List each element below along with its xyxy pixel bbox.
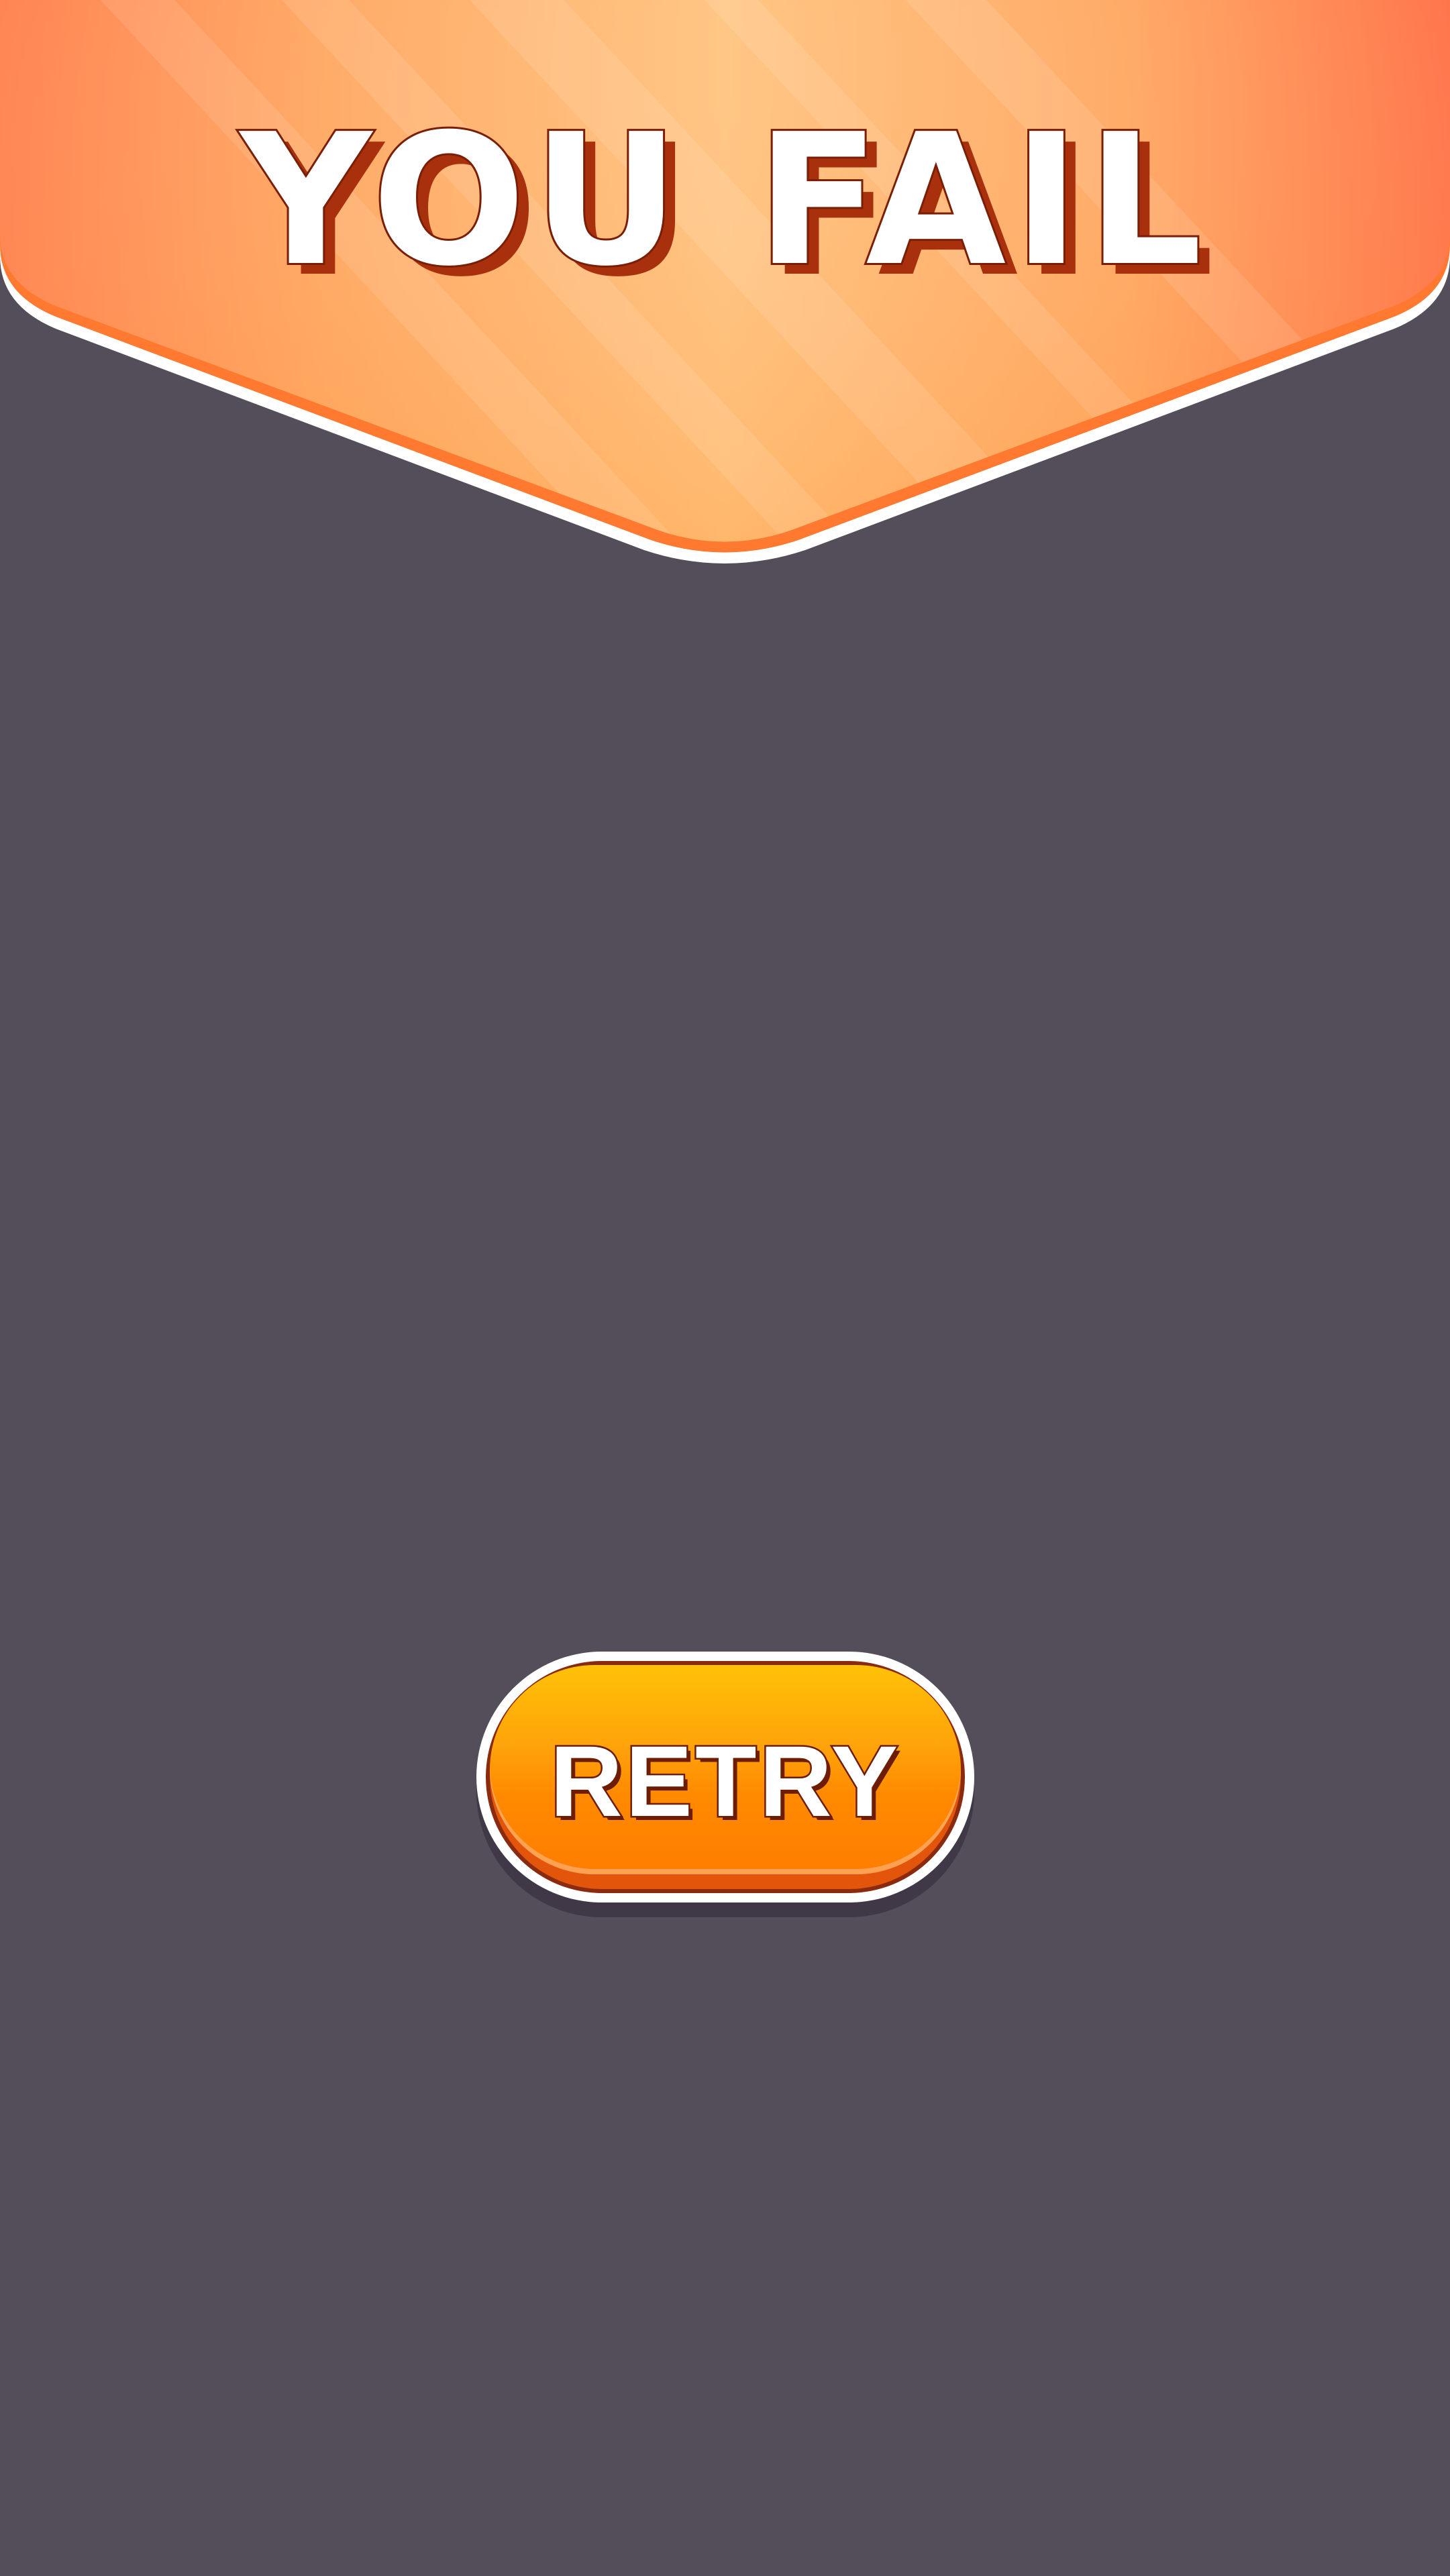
- fail-banner: YOU FAIL YOU FAIL: [0, 0, 1450, 564]
- retry-button-label: RETRY: [548, 1725, 901, 1837]
- page-title: YOU FAIL: [238, 95, 1209, 306]
- retry-button[interactable]: RETRY: [476, 1652, 974, 1902]
